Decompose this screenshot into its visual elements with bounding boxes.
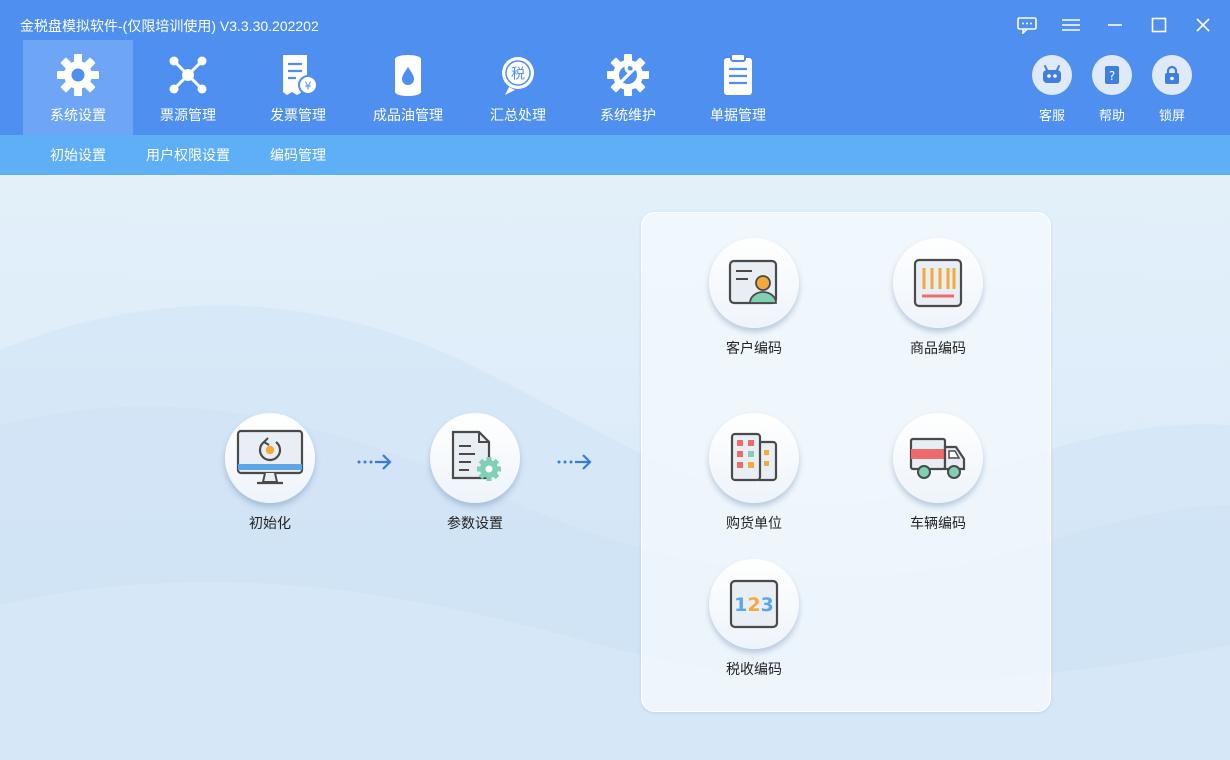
close-button[interactable] <box>1187 10 1219 40</box>
nav-summary[interactable]: 税 汇总处理 <box>463 40 573 135</box>
monitor-refresh-icon <box>225 413 315 503</box>
nav-document-management[interactable]: 单据管理 <box>683 40 793 135</box>
nav-invoice-management[interactable]: ¥ 发票管理 <box>243 40 353 135</box>
hamburger-icon <box>1062 19 1080 31</box>
svg-text:123: 123 <box>734 594 774 616</box>
close-icon <box>1196 18 1210 32</box>
minimize-icon <box>1108 24 1122 26</box>
init-tile[interactable]: 初始化 <box>210 413 330 533</box>
tax-code-label: 税收编码 <box>726 661 782 677</box>
svg-text:¥: ¥ <box>305 80 312 93</box>
nav-label: 系统设置 <box>50 107 106 123</box>
subnav-initial-settings[interactable]: 初始设置 <box>50 135 106 175</box>
nav-label: 汇总处理 <box>490 107 546 123</box>
subnav-code-management[interactable]: 编码管理 <box>270 135 326 175</box>
supplier-tile[interactable]: 购货单位 <box>694 413 814 533</box>
params-label: 参数设置 <box>447 515 503 531</box>
side-label: 锁屏 <box>1158 108 1185 123</box>
maximize-button[interactable] <box>1143 10 1175 40</box>
top-toolbar: 金税盘模拟软件-(仅限培训使用) V3.3.30.202202 系统设置 票源管… <box>0 0 1230 135</box>
params-tile[interactable]: 参数设置 <box>415 413 535 533</box>
nav-label: 成品油管理 <box>373 107 443 123</box>
nav-label: 系统维护 <box>600 107 656 123</box>
number-code-icon: 123 <box>709 559 799 649</box>
oil-barrel-icon <box>383 50 433 100</box>
lock-screen-button[interactable]: 锁屏 <box>1142 55 1202 135</box>
nav-label: 单据管理 <box>710 107 766 123</box>
nav-ticket-source[interactable]: 票源管理 <box>133 40 243 135</box>
customer-service-button[interactable]: 客服 <box>1022 55 1082 135</box>
feedback-button[interactable] <box>1011 10 1043 40</box>
clipboard-icon <box>713 50 763 100</box>
help-book-icon: ? <box>1092 55 1132 95</box>
vehicle-code-label: 车辆编码 <box>910 515 966 531</box>
tax-summary-icon: 税 <box>493 50 543 100</box>
doc-settings-icon <box>430 413 520 503</box>
nav-system-maintenance[interactable]: 系统维护 <box>573 40 683 135</box>
wrench-gear-icon <box>603 50 653 100</box>
side-label: 帮助 <box>1098 108 1125 123</box>
customer-code-tile[interactable]: 客户编码 <box>694 238 814 358</box>
tax-code-tile[interactable]: 123 税收编码 <box>694 559 814 679</box>
vehicle-code-tile[interactable]: 车辆编码 <box>878 413 998 533</box>
svg-text:?: ? <box>1109 69 1115 83</box>
side-label: 客服 <box>1038 108 1065 123</box>
building-icon <box>709 413 799 503</box>
goods-code-tile[interactable]: 商品编码 <box>878 238 998 358</box>
customer-card-icon <box>709 238 799 328</box>
maximize-icon <box>1151 17 1167 33</box>
barcode-icon <box>893 238 983 328</box>
nav-label: 票源管理 <box>160 107 216 123</box>
nav-label: 发票管理 <box>270 107 326 123</box>
chat-icon <box>1017 17 1037 34</box>
window-title: 金税盘模拟软件-(仅限培训使用) V3.3.30.202202 <box>20 18 319 34</box>
svg-text:税: 税 <box>511 67 525 83</box>
help-button[interactable]: ? 帮助 <box>1082 55 1142 135</box>
supplier-label: 购货单位 <box>726 515 782 531</box>
subnav-user-permissions[interactable]: 用户权限设置 <box>146 135 230 175</box>
flow-arrow-icon <box>357 454 392 470</box>
main-content: 初始化 参数设置 客户编码 商品编码 购货单位 车辆编码 123 税收编码 <box>0 175 1230 760</box>
gear-icon <box>53 50 103 100</box>
goods-code-label: 商品编码 <box>910 340 966 356</box>
nav-system-settings[interactable]: 系统设置 <box>23 40 133 135</box>
nav-oil-management[interactable]: 成品油管理 <box>353 40 463 135</box>
robot-icon <box>1032 55 1072 95</box>
invoice-icon: ¥ <box>273 50 323 100</box>
truck-icon <box>893 413 983 503</box>
init-label: 初始化 <box>249 515 291 531</box>
sub-navigation: 初始设置 用户权限设置 编码管理 <box>0 135 1230 175</box>
menu-button[interactable] <box>1055 10 1087 40</box>
minimize-button[interactable] <box>1099 10 1131 40</box>
network-icon <box>163 50 213 100</box>
customer-code-label: 客户编码 <box>726 340 782 356</box>
lock-icon <box>1152 55 1192 95</box>
flow-arrow-icon <box>557 454 592 470</box>
